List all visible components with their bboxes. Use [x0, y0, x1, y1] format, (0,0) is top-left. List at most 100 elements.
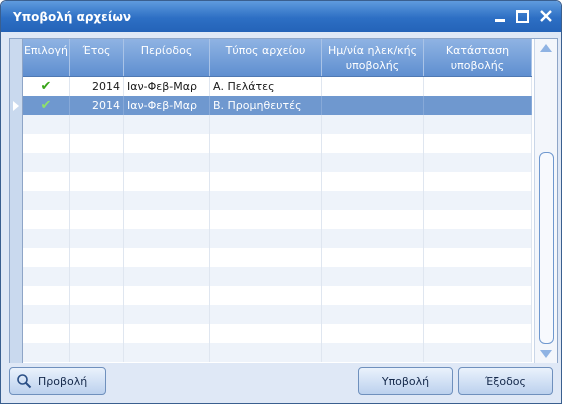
empty-cell [322, 305, 424, 324]
empty-cell [124, 153, 210, 172]
empty-cell [322, 153, 424, 172]
empty-table-row [23, 229, 532, 248]
table-row-selected[interactable]: ✔ 2014 Ιαν-Φεβ-Μαρ Β. Προμηθευτές [23, 96, 532, 115]
empty-table-row [23, 172, 532, 191]
empty-cell [70, 229, 124, 248]
empty-cell [424, 343, 532, 362]
empty-cell [210, 267, 322, 286]
empty-cell [70, 267, 124, 286]
empty-table-row [23, 324, 532, 343]
empty-cell [322, 324, 424, 343]
empty-cell [70, 172, 124, 191]
empty-cell [23, 210, 70, 229]
empty-cell [210, 305, 322, 324]
empty-cell [23, 343, 70, 362]
submit-files-window: Υποβολή αρχείων Επιλογή Έτος Περίοδος Τύ… [0, 0, 562, 404]
year-cell: 2014 [70, 96, 124, 115]
row-indicator-column [10, 39, 23, 363]
scroll-down-icon[interactable] [540, 350, 552, 358]
preview-button[interactable]: Προβολή [9, 367, 106, 395]
empty-cell [424, 115, 532, 134]
empty-cell [23, 324, 70, 343]
vertical-scrollbar[interactable] [534, 39, 557, 363]
close-button[interactable] [537, 7, 555, 25]
column-header-submit-date[interactable]: Ημ/νία ηλεκ/κής υποβολής [322, 39, 424, 76]
empty-cell [210, 324, 322, 343]
empty-cell [424, 267, 532, 286]
empty-cell [124, 115, 210, 134]
empty-cell [124, 191, 210, 210]
row-check-icon[interactable]: ✔ [23, 96, 70, 115]
minimize-button[interactable] [491, 7, 509, 25]
empty-cell [23, 305, 70, 324]
empty-cell [424, 172, 532, 191]
period-cell: Ιαν-Φεβ-Μαρ [124, 96, 210, 115]
title-bar[interactable]: Υποβολή αρχείων [1, 1, 561, 32]
empty-cell [210, 248, 322, 267]
empty-table-row [23, 343, 532, 362]
empty-cell [70, 305, 124, 324]
empty-cell [70, 286, 124, 305]
empty-cell [23, 153, 70, 172]
empty-cell [124, 134, 210, 153]
empty-table-row [23, 267, 532, 286]
empty-cell [124, 286, 210, 305]
empty-cell [424, 248, 532, 267]
period-cell: Ιαν-Φεβ-Μαρ [124, 77, 210, 96]
submit-button[interactable]: Υποβολή [358, 367, 453, 395]
scroll-up-icon[interactable] [540, 44, 552, 52]
search-icon [17, 374, 32, 389]
empty-table-row [23, 305, 532, 324]
row-check-icon[interactable]: ✔ [23, 77, 70, 96]
empty-cell [23, 229, 70, 248]
empty-cell [210, 134, 322, 153]
empty-cell [70, 134, 124, 153]
scroll-thumb[interactable] [539, 152, 554, 344]
exit-label: Έξοδος [485, 374, 526, 388]
empty-table-row [23, 134, 532, 153]
file-type-cell: Α. Πελάτες [210, 77, 322, 96]
empty-cell [124, 210, 210, 229]
maximize-icon [515, 9, 529, 23]
close-icon [540, 10, 552, 22]
maximize-button[interactable] [513, 7, 531, 25]
empty-cell [322, 210, 424, 229]
empty-cell [322, 343, 424, 362]
column-header-year[interactable]: Έτος [70, 39, 124, 76]
empty-cell [124, 267, 210, 286]
column-header-selection[interactable]: Επιλογή [23, 39, 70, 76]
files-grid[interactable]: Επιλογή Έτος Περίοδος Τύπος αρχείου Ημ/ν… [9, 38, 558, 364]
empty-cell [70, 248, 124, 267]
empty-cell [322, 267, 424, 286]
empty-cell [210, 115, 322, 134]
empty-cell [124, 343, 210, 362]
empty-cell [322, 115, 424, 134]
empty-cell [424, 134, 532, 153]
table-row[interactable]: ✔ 2014 Ιαν-Φεβ-Μαρ Α. Πελάτες [23, 77, 532, 96]
empty-cell [70, 115, 124, 134]
exit-button[interactable]: Έξοδος [458, 367, 553, 395]
empty-cell [210, 229, 322, 248]
empty-cell [322, 191, 424, 210]
empty-cell [70, 343, 124, 362]
empty-cell [210, 191, 322, 210]
file-type-cell: Β. Προμηθευτές [210, 96, 322, 115]
empty-cell [322, 229, 424, 248]
empty-cell [322, 286, 424, 305]
empty-cell [23, 115, 70, 134]
column-header-status[interactable]: Κατάσταση υποβολής [424, 39, 532, 76]
empty-cell [23, 191, 70, 210]
empty-cell [424, 286, 532, 305]
empty-table-row [23, 286, 532, 305]
empty-cell [124, 172, 210, 191]
empty-cell [70, 324, 124, 343]
status-cell [424, 77, 532, 96]
column-header-period[interactable]: Περίοδος [124, 39, 210, 76]
empty-cell [23, 134, 70, 153]
submit-date-cell [322, 77, 424, 96]
column-header-file-type[interactable]: Τύπος αρχείου [210, 39, 322, 76]
empty-cell [322, 172, 424, 191]
empty-cell [210, 172, 322, 191]
status-cell [424, 96, 532, 115]
current-row-indicator-icon [13, 101, 19, 111]
